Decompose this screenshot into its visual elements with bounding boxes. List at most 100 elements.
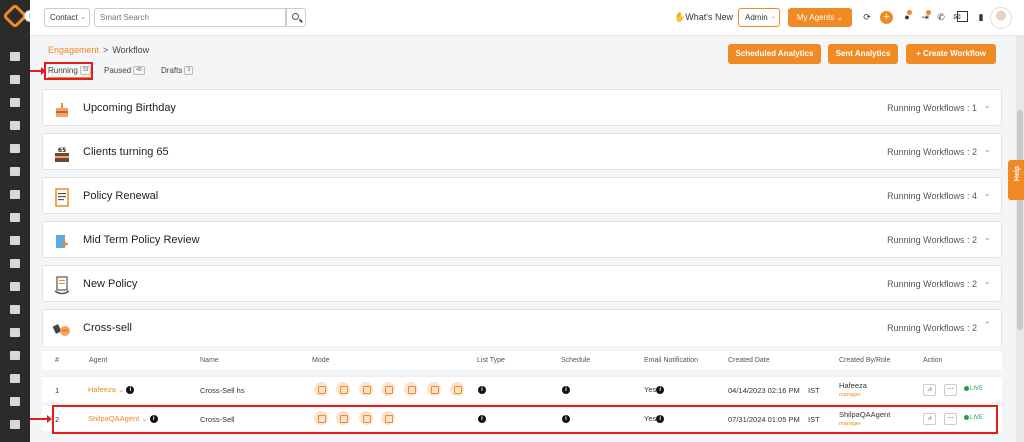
workflow-count: Running Workflows : 2 xyxy=(887,279,977,289)
breadcrumb-root[interactable]: Engagement xyxy=(48,45,99,55)
handshake-icon xyxy=(53,324,70,336)
status-badge: LIVE xyxy=(964,386,983,392)
tab-drafts[interactable]: Drafts 3 xyxy=(161,63,194,79)
calculator-icon[interactable] xyxy=(10,328,20,337)
schedule-info[interactable]: i xyxy=(562,385,570,395)
admin-select[interactable]: Admin ⌄ xyxy=(738,8,780,27)
chevron-down-icon[interactable]: ⌄ xyxy=(983,276,991,287)
tab-paused-label: Paused xyxy=(104,66,132,75)
tab-paused[interactable]: Paused 48 xyxy=(104,63,145,79)
new-policy-icon xyxy=(54,276,70,295)
chip-icon[interactable] xyxy=(957,11,968,22)
chevron-down-icon[interactable]: ⌄ xyxy=(983,144,991,155)
my-agents-button[interactable]: My Agents ⌄ xyxy=(788,8,852,27)
workflow-card-new-policy[interactable]: New Policy Running Workflows : 2 ⌄ xyxy=(42,265,1002,302)
agent-cell[interactable]: Hafeeza ⌄ i xyxy=(88,385,135,395)
bank-icon[interactable] xyxy=(10,121,20,130)
creator-name: Hafeeza xyxy=(839,381,867,390)
clipboard-mode-icon[interactable] xyxy=(381,382,395,396)
more-options-icon[interactable]: ⋯ xyxy=(944,384,957,396)
column-header: Action xyxy=(923,357,943,364)
column-header: Mode xyxy=(312,357,330,364)
workflow-count: Running Workflows : 2 xyxy=(887,147,977,157)
info-icon[interactable]: i xyxy=(478,386,486,395)
scrollbar-thumb[interactable] xyxy=(1017,110,1023,330)
workflow-title: Cross-sell xyxy=(83,322,132,334)
creator-role: manager xyxy=(839,392,861,398)
help-label: Help xyxy=(1014,165,1022,182)
workflow-card-mid-term-policy-review[interactable]: Mid Term Policy Review Running Workflows… xyxy=(42,221,1002,258)
user-avatar[interactable] xyxy=(990,7,1012,29)
report-mode-icon[interactable] xyxy=(404,382,418,396)
mail-icon[interactable] xyxy=(10,351,20,360)
chevron-down-icon[interactable]: ⌄ xyxy=(116,385,126,394)
admin-select-label: Admin xyxy=(745,13,768,22)
review-icon xyxy=(56,235,69,248)
created-date: 04/14/2023 02:16 PM xyxy=(728,386,800,395)
smart-search-input[interactable] xyxy=(94,8,286,27)
mail-mode-icon[interactable] xyxy=(450,382,464,396)
folder-icon[interactable] xyxy=(10,282,20,291)
phone-icon[interactable]: ✆ xyxy=(936,12,946,22)
note-mode-icon[interactable] xyxy=(336,382,350,396)
filter-icon[interactable] xyxy=(10,190,20,199)
email-mode-icon[interactable] xyxy=(314,382,328,396)
column-header: Agent xyxy=(89,357,108,364)
pages-icon[interactable] xyxy=(10,98,20,107)
image-mode-icon[interactable] xyxy=(359,382,373,396)
handshake-icon[interactable] xyxy=(10,374,20,383)
handshake-mode-icon[interactable] xyxy=(427,382,441,396)
scheduled-analytics-button[interactable]: Scheduled Analytics xyxy=(728,44,821,64)
info-icon[interactable]: i xyxy=(126,386,135,395)
whats-new-label: What's New xyxy=(685,12,733,22)
search-button[interactable] xyxy=(286,8,306,27)
breadcrumb-separator: > xyxy=(103,45,109,55)
workflow-count: Running Workflows : 4 xyxy=(887,191,977,201)
megaphone-icon[interactable] xyxy=(10,213,20,222)
contacts-icon[interactable] xyxy=(10,75,20,84)
contact-select-label: Contact xyxy=(50,13,78,22)
column-header: List Type xyxy=(477,357,505,364)
workflow-card-upcoming-birthday[interactable]: Upcoming Birthday Running Workflows : 1 … xyxy=(42,89,1002,126)
workflow-title: Clients turning 65 xyxy=(83,146,169,158)
chevron-down-icon[interactable]: ⌄ xyxy=(983,188,991,199)
trend-icon[interactable] xyxy=(10,420,20,429)
dashboard-icon[interactable] xyxy=(10,52,20,61)
alert-badge xyxy=(926,10,931,15)
column-header: Created By/Role xyxy=(839,357,891,364)
google-icon[interactable] xyxy=(10,305,20,314)
users-icon[interactable] xyxy=(10,167,20,176)
chevron-down-icon[interactable]: ⌄ xyxy=(983,232,991,243)
email-notification: Yes i xyxy=(644,385,665,395)
contact-select[interactable]: Contact ⌄ xyxy=(44,8,90,27)
whats-new-link[interactable]: ✋What's New xyxy=(674,12,733,23)
column-header: # xyxy=(55,357,59,364)
document-icon[interactable] xyxy=(10,236,20,245)
column-header: Schedule xyxy=(561,357,591,364)
chevron-up-icon[interactable]: ⌃ xyxy=(983,320,991,331)
add-icon[interactable]: + xyxy=(880,11,893,24)
list-type-info[interactable]: i xyxy=(478,385,486,395)
tab-drafts-label: Drafts xyxy=(161,66,183,75)
chart-bars-icon[interactable] xyxy=(10,259,20,268)
refresh-icon[interactable]: ⟳ xyxy=(862,12,872,22)
chevron-down-icon: ⌄ xyxy=(80,14,86,21)
breadcrumb: Engagement > Workflow xyxy=(48,45,149,55)
info-icon[interactable]: i xyxy=(656,386,665,395)
workflow-card-policy-renewal[interactable]: Policy Renewal Running Workflows : 4 ⌄ xyxy=(42,177,1002,214)
cake-65-icon: 65 xyxy=(55,147,69,162)
chevron-down-icon[interactable]: ⌄ xyxy=(983,100,991,111)
dollar-icon[interactable] xyxy=(10,397,20,406)
table-row[interactable]: 1 Hafeeza ⌄ i Cross-Sell hs i i Yes i 04/… xyxy=(42,376,1002,402)
workflow-card-cross-sell[interactable]: Cross-sell Running Workflows : 2 ⌃ xyxy=(42,309,1002,346)
info-icon[interactable]: i xyxy=(562,386,570,395)
sent-analytics-button[interactable]: Sent Analytics xyxy=(828,44,898,64)
list-icon[interactable] xyxy=(10,144,20,153)
cake-icon xyxy=(56,103,68,117)
help-tab[interactable]: Help xyxy=(1008,160,1024,200)
create-workflow-button[interactable]: + Create Workflow xyxy=(906,44,996,64)
agent-link[interactable]: Hafeeza xyxy=(88,385,116,394)
analytics-chart-icon[interactable]: ⩘ xyxy=(923,384,936,396)
column-header: Email Notification xyxy=(644,357,699,364)
workflow-card-clients-turning-65[interactable]: 65 Clients turning 65 Running Workflows … xyxy=(42,133,1002,170)
